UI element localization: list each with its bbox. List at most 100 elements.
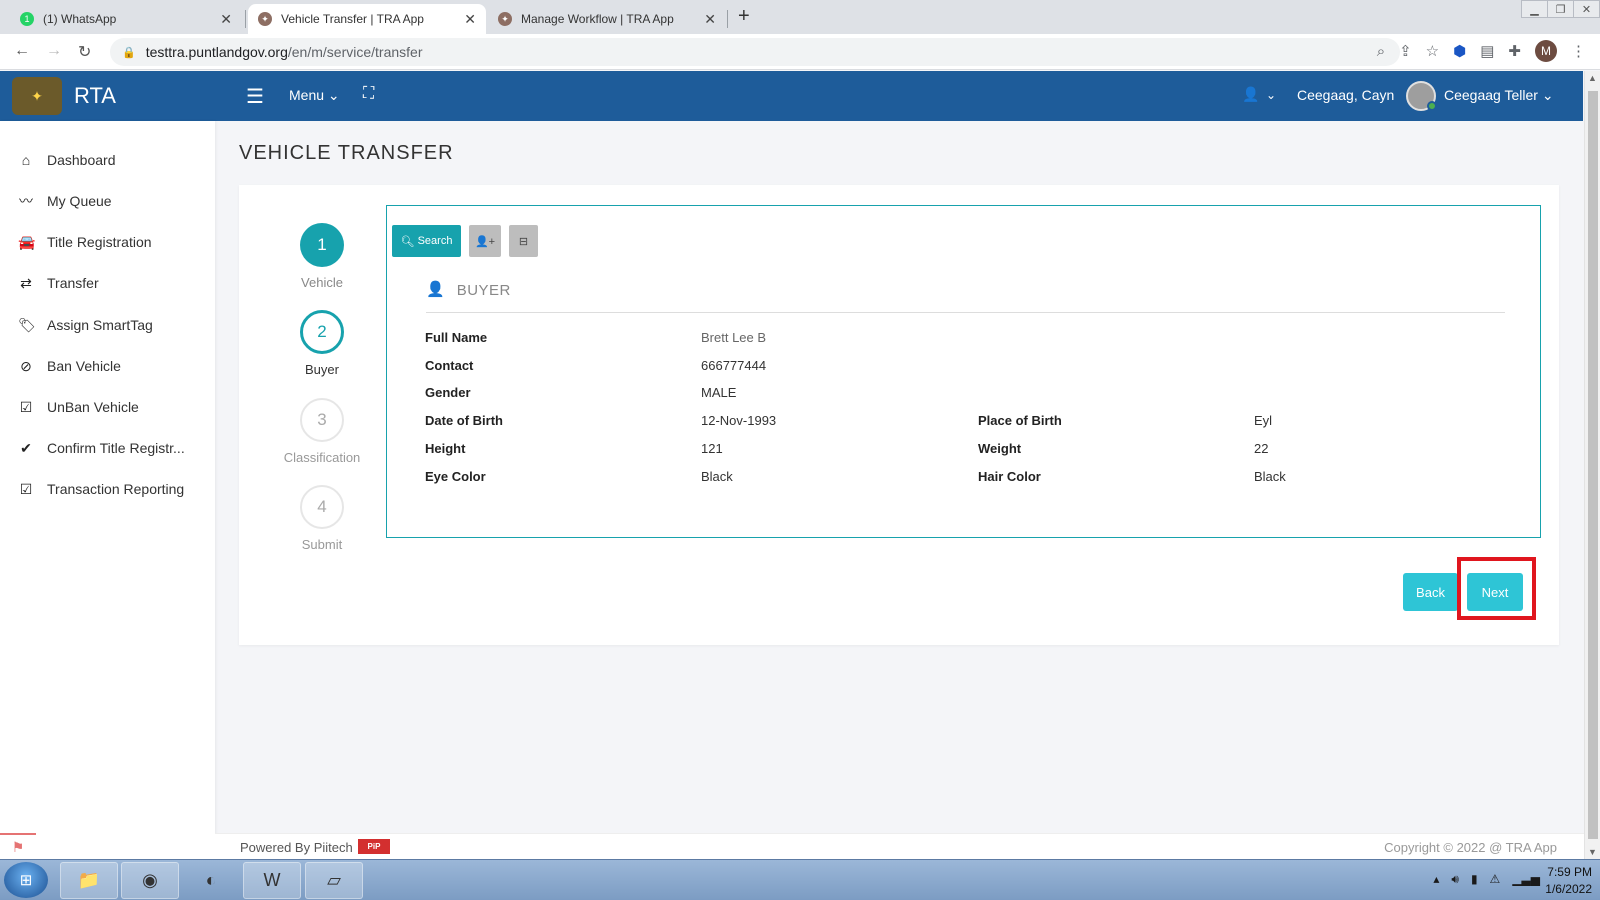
debug-bar-icon[interactable]: ⚑	[0, 833, 36, 859]
page-footer: Powered By Piitech PiP Copyright © 2022 …	[215, 833, 1584, 859]
window-controls: ▁ ❐ ✕	[1521, 0, 1600, 18]
rta-logo[interactable]: ✦	[12, 77, 62, 115]
chevron-down-icon[interactable]: ⌄	[1266, 88, 1276, 102]
sidebar-item-label: Confirm Title Registr...	[47, 440, 185, 456]
reload-icon[interactable]: ↻	[78, 42, 91, 62]
sidebar-item-ban-vehicle[interactable]: ⊘ Ban Vehicle	[0, 348, 215, 384]
step-vehicle[interactable]: 1 Vehicle	[267, 223, 377, 290]
back-arrow-icon[interactable]: ←	[14, 42, 30, 60]
chrome-icon[interactable]: ◉	[121, 862, 179, 899]
close-icon[interactable]: ✕	[704, 11, 716, 28]
sidebar-item-confirm-title-registration[interactable]: ✔ Confirm Title Registr...	[0, 430, 215, 466]
step-classification[interactable]: 3 Classification	[267, 398, 377, 465]
url-path: /en/m/service/transfer	[287, 44, 423, 60]
profile-avatar[interactable]: M	[1535, 40, 1557, 62]
sidebar-item-my-queue[interactable]: 〰 My Queue	[0, 183, 215, 219]
gender-label: Gender	[425, 385, 471, 400]
teller-dropdown[interactable]: Ceegaag Teller ⌄	[1444, 87, 1554, 104]
battery-icon[interactable]: ▮	[1471, 872, 1478, 887]
add-user-button[interactable]: 👤+	[469, 225, 501, 257]
brand-name[interactable]: RTA	[74, 83, 116, 109]
eye-color-value: Black	[701, 469, 733, 484]
sidebar-item-transfer[interactable]: ⇄ Transfer	[0, 265, 215, 301]
tab-separator	[727, 10, 728, 28]
page-scrollbar[interactable]: ▲ ▼	[1584, 71, 1600, 859]
step-buyer[interactable]: 2 Buyer	[267, 310, 377, 377]
clipboard-icon[interactable]: ▤	[1480, 42, 1494, 60]
network-alert-icon[interactable]: ⚠	[1490, 872, 1501, 887]
sidebar-item-dashboard[interactable]: ⌂ Dashboard	[0, 142, 215, 178]
sidebar-item-transaction-reporting[interactable]: ☑ Transaction Reporting	[0, 471, 215, 507]
chevron-down-icon: ⌄	[327, 87, 340, 103]
signal-icon[interactable]: ▁▃▅	[1512, 872, 1540, 887]
tab-vehicle-transfer[interactable]: ✦ Vehicle Transfer | TRA App ✕	[248, 4, 486, 34]
close-window-icon[interactable]: ✕	[1573, 0, 1600, 18]
sidebar-item-label: Title Registration	[47, 234, 152, 250]
scan-button[interactable]: ⊟	[509, 225, 538, 257]
system-clock[interactable]: 7:59 PM 1/6/2022	[1545, 864, 1592, 898]
share-icon[interactable]: ⇪	[1399, 42, 1412, 60]
file-explorer-icon[interactable]: 📁	[60, 862, 118, 899]
kebab-menu-icon[interactable]: ⋮	[1571, 42, 1586, 60]
buyer-panel: 🔍︎ Search 👤+ ⊟ 👤 BUYER Full Name Brett L…	[386, 205, 1541, 538]
search-icon: 🔍︎	[400, 235, 415, 248]
next-button[interactable]: Next	[1467, 573, 1523, 611]
restore-icon[interactable]: ❐	[1547, 0, 1574, 18]
scrollbar-thumb[interactable]	[1588, 91, 1598, 839]
url-input[interactable]: 🔒 testtra.puntlandgov.org/en/m/service/t…	[110, 38, 1400, 66]
clock-date: 1/6/2022	[1545, 882, 1592, 896]
tab-manage-workflow[interactable]: ✦ Manage Workflow | TRA App ✕	[488, 4, 726, 34]
extension-shield-icon[interactable]: ⬢	[1453, 42, 1466, 60]
chevron-down-icon: ⌄	[1541, 87, 1554, 103]
user-icon[interactable]: 👤	[1242, 86, 1259, 103]
show-hidden-icons-icon[interactable]: ▴	[1433, 872, 1439, 887]
start-button[interactable]: ⊞	[4, 862, 48, 898]
tags-icon: 🏷	[18, 316, 36, 333]
word-icon[interactable]: W	[243, 862, 301, 899]
avatar[interactable]	[1406, 81, 1437, 111]
edge-icon[interactable]: ◐	[182, 862, 240, 899]
menu-dropdown[interactable]: Menu ⌄	[289, 87, 340, 104]
close-icon[interactable]: ✕	[220, 11, 232, 28]
forward-arrow-icon[interactable]: →	[46, 42, 62, 60]
scroll-up-icon[interactable]: ▲	[1588, 73, 1597, 83]
hair-color-label: Hair Color	[978, 469, 1041, 484]
search-button[interactable]: 🔍︎ Search	[392, 225, 461, 257]
clock-time: 7:59 PM	[1547, 865, 1592, 879]
home-icon: ⌂	[21, 152, 31, 168]
sidebar-item-label: Assign SmartTag	[47, 317, 153, 333]
ban-icon: ⊘	[20, 357, 32, 374]
close-icon[interactable]: ✕	[464, 11, 476, 28]
bookmark-star-icon[interactable]: ☆	[1426, 42, 1439, 60]
tab-separator	[245, 10, 246, 28]
dob-value: 12-Nov-1993	[701, 413, 777, 428]
minimize-icon[interactable]: ▁	[1521, 0, 1548, 18]
menu-label: Menu	[289, 87, 325, 103]
sidebar-item-title-registration[interactable]: 🚘 Title Registration	[0, 224, 215, 260]
scan-icon: ⊟	[518, 235, 529, 248]
new-tab-button[interactable]: +	[738, 5, 750, 28]
exchange-icon: ⇄	[20, 274, 32, 291]
sidebar-item-assign-smarttag[interactable]: 🏷 Assign SmartTag	[0, 307, 215, 343]
fullscreen-icon[interactable]: ⛶	[363, 85, 374, 103]
sidebar-item-unban-vehicle[interactable]: ☑ UnBan Vehicle	[0, 389, 215, 425]
online-status-dot	[1427, 101, 1437, 111]
user-name[interactable]: Ceegaag, Cayn	[1297, 87, 1394, 103]
pob-label: Place of Birth	[978, 413, 1062, 428]
scroll-down-icon[interactable]: ▼	[1588, 847, 1597, 857]
step-submit[interactable]: 4 Submit	[267, 485, 377, 552]
puzzle-icon[interactable]: ✚	[1508, 42, 1521, 60]
weight-value: 22	[1254, 441, 1269, 456]
notepad-icon[interactable]: ▱	[305, 862, 363, 899]
section-title: BUYER	[456, 282, 511, 299]
app-header: ✦ RTA ☰ Menu ⌄ ⛶ 👤 ⌄ Ceegaag, Cayn Ceega…	[0, 71, 1583, 121]
back-button[interactable]: Back	[1403, 573, 1458, 611]
tab-whatsapp[interactable]: 1 (1) WhatsApp ✕	[10, 4, 242, 34]
zoom-icon[interactable]: ⌕	[1377, 43, 1385, 60]
hamburger-icon[interactable]: ☰	[246, 84, 264, 109]
volume-icon[interactable]: 🔊︎	[1451, 872, 1459, 887]
search-label: Search	[417, 235, 453, 247]
height-value: 121	[701, 441, 723, 456]
trend-icon: 〰	[19, 193, 33, 209]
add-user-icon: 👤+	[474, 235, 496, 248]
